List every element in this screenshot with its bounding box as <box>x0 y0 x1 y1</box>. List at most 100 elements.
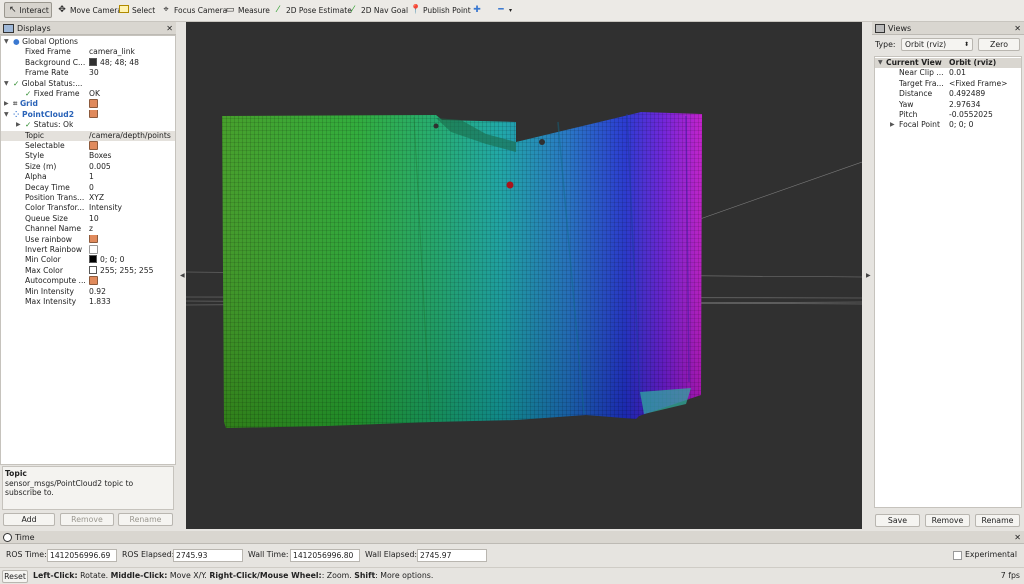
current-view-row[interactable]: ▼ Current View Orbit (rviz) <box>875 58 1021 69</box>
expand-arrow-icon[interactable]: ▼ <box>4 37 9 47</box>
tree-row-background-color[interactable]: Background C... 48; 48; 48 <box>1 57 175 68</box>
property-value[interactable] <box>89 234 175 245</box>
property-value[interactable]: 1.833 <box>89 297 175 307</box>
pointcloud-property-row[interactable]: Position Trans... XYZ <box>1 193 175 203</box>
pointcloud-property-row[interactable]: Decay Time 0 <box>1 183 175 193</box>
pointcloud-property-row[interactable]: Min Intensity 0.92 <box>1 287 175 297</box>
reset-button[interactable]: Reset <box>2 570 28 583</box>
wall-elapsed-field[interactable]: 2745.97 <box>417 549 487 562</box>
pointcloud-property-row[interactable]: Autocompute ... <box>1 276 175 286</box>
measure-tool-button[interactable]: ▭ Measure <box>221 2 274 18</box>
property-value[interactable]: 10 <box>89 214 175 224</box>
left-splitter[interactable]: ◀ <box>178 22 186 529</box>
view-property-row[interactable]: Yaw 2.97634 <box>875 100 1021 110</box>
tree-row-fixed-frame[interactable]: Fixed Frame camera_link <box>1 47 175 57</box>
property-value[interactable]: 255; 255; 255 <box>89 265 175 276</box>
view-property-row[interactable]: Distance 0.492489 <box>875 89 1021 99</box>
tree-row-grid[interactable]: ▶ ⌗ Grid <box>1 99 175 109</box>
pointcloud-property-row[interactable]: Channel Name z <box>1 224 175 234</box>
views-tree[interactable]: ▼ Current View Orbit (rviz) Near Clip ..… <box>874 56 1022 508</box>
view-property-row[interactable]: Near Clip ... 0.01 <box>875 68 1021 78</box>
add-tool-button[interactable]: ✚ <box>468 2 486 18</box>
property-value[interactable]: 0; 0; 0 <box>949 120 973 130</box>
save-view-button[interactable]: Save <box>875 514 920 527</box>
tree-row-global-status[interactable]: ▼ ✓ Global Status:... <box>1 79 175 89</box>
pointcloud-property-row[interactable]: Style Boxes <box>1 151 175 161</box>
property-value[interactable]: XYZ <box>89 193 175 203</box>
render-3d-view[interactable] <box>186 22 862 529</box>
wall-time-field[interactable]: 1412056996.80 <box>290 549 360 562</box>
expand-arrow-icon[interactable]: ▼ <box>4 79 9 89</box>
close-icon[interactable]: ✕ <box>1014 531 1021 544</box>
pointcloud-property-row[interactable]: Invert Rainbow <box>1 245 175 255</box>
pointcloud-property-row[interactable]: Max Color 255; 255; 255 <box>1 265 175 276</box>
pointcloud-property-row[interactable]: Use rainbow <box>1 234 175 245</box>
background-color-value[interactable]: 48; 48; 48 <box>89 57 175 68</box>
pointcloud-property-row[interactable]: Alpha 1 <box>1 172 175 182</box>
collapse-arrow-icon[interactable]: ▶ <box>890 120 895 130</box>
close-icon[interactable]: ✕ <box>1014 22 1021 35</box>
interact-tool-button[interactable]: ↖ Interact <box>4 2 52 18</box>
property-value[interactable] <box>89 276 175 286</box>
publish-point-tool-button[interactable]: 📍 Publish Point <box>406 2 475 18</box>
right-splitter[interactable]: ▶ <box>862 22 872 529</box>
select-tool-button[interactable]: Select <box>115 2 159 18</box>
property-value[interactable]: z <box>89 224 175 234</box>
property-value[interactable] <box>89 141 175 151</box>
property-value[interactable]: 0 <box>89 183 175 193</box>
view-property-row[interactable]: Target Fra... <Fixed Frame> <box>875 79 1021 89</box>
zero-view-button[interactable]: Zero <box>978 38 1020 51</box>
property-value[interactable]: 0.01 <box>949 68 966 78</box>
view-type-select[interactable]: Orbit (rviz) ⬍ <box>901 38 973 51</box>
pointcloud-property-row[interactable]: Topic/camera/depth/points <box>1 130 175 141</box>
tree-row-fixed-frame-status[interactable]: ✓ Fixed Frame OK <box>1 89 175 99</box>
fixed-frame-value[interactable]: camera_link <box>89 47 175 57</box>
tree-row-frame-rate[interactable]: Frame Rate 30 <box>1 68 175 78</box>
pointcloud-enabled-checkbox[interactable] <box>89 109 175 120</box>
expand-arrow-icon[interactable]: ▼ <box>4 110 9 120</box>
pointcloud-property-row[interactable]: Color Transfor... Intensity <box>1 203 175 213</box>
pointcloud-property-row[interactable]: Min Color 0; 0; 0 <box>1 255 175 265</box>
frame-rate-value[interactable]: 30 <box>89 68 175 78</box>
tree-row-global-options[interactable]: ▼ ● Global Options <box>1 37 175 47</box>
property-value[interactable] <box>89 245 175 255</box>
property-value[interactable]: -0.0552025 <box>949 110 993 120</box>
chevron-left-icon[interactable]: ◀ <box>180 272 185 279</box>
tree-row-pointcloud2[interactable]: ▼ ⁘ PointCloud2 <box>1 109 175 120</box>
remove-view-button[interactable]: Remove <box>925 514 970 527</box>
collapse-arrow-icon[interactable]: ▶ <box>4 99 9 109</box>
property-value[interactable]: 0.92 <box>89 287 175 297</box>
ros-time-field[interactable]: 1412056996.69 <box>47 549 117 562</box>
experimental-checkbox[interactable] <box>953 551 962 560</box>
pointcloud-property-row[interactable]: Max Intensity 1.833 <box>1 297 175 307</box>
property-value[interactable]: 0.005 <box>89 162 175 172</box>
pointcloud-property-row[interactable]: Size (m) 0.005 <box>1 162 175 172</box>
expand-arrow-icon[interactable]: ▼ <box>878 58 883 68</box>
collapse-arrow-icon[interactable]: ▶ <box>16 120 21 130</box>
remove-display-button[interactable]: Remove <box>60 513 114 526</box>
rename-view-button[interactable]: Rename <box>975 514 1020 527</box>
view-property-row[interactable]: Pitch -0.0552025 <box>875 110 1021 120</box>
add-display-button[interactable]: Add <box>3 513 55 526</box>
pose-estimate-tool-button[interactable]: ⁄ 2D Pose Estimate <box>269 2 356 18</box>
tree-row-status-ok[interactable]: ▶ ✓ Status: Ok <box>1 120 175 130</box>
displays-tree[interactable]: ▼ ● Global Options Fixed Frame camera_li… <box>0 35 176 465</box>
property-value[interactable]: 0.492489 <box>949 89 985 99</box>
property-value[interactable]: Boxes <box>89 151 175 161</box>
property-value[interactable]: 0; 0; 0 <box>89 255 175 265</box>
view-property-row[interactable]: ▶ Focal Point 0; 0; 0 <box>875 120 1021 130</box>
property-value[interactable]: 1 <box>89 172 175 182</box>
rename-display-button[interactable]: Rename <box>118 513 173 526</box>
grid-enabled-checkbox[interactable] <box>89 99 175 109</box>
pointcloud-property-row[interactable]: Selectable <box>1 141 175 151</box>
pointcloud-property-row[interactable]: Queue Size 10 <box>1 214 175 224</box>
ros-elapsed-field[interactable]: 2745.93 <box>173 549 243 562</box>
chevron-right-icon[interactable]: ▶ <box>866 272 871 279</box>
remove-tool-button[interactable]: ━ ▾ <box>492 2 516 18</box>
property-value[interactable]: Intensity <box>89 203 175 213</box>
property-value[interactable]: <Fixed Frame> <box>949 79 1007 89</box>
close-icon[interactable]: ✕ <box>166 22 173 35</box>
nav-goal-tool-button[interactable]: ⁄ 2D Nav Goal <box>344 2 412 18</box>
property-value[interactable]: /camera/depth/points <box>89 131 175 141</box>
property-value[interactable]: 2.97634 <box>949 100 980 110</box>
